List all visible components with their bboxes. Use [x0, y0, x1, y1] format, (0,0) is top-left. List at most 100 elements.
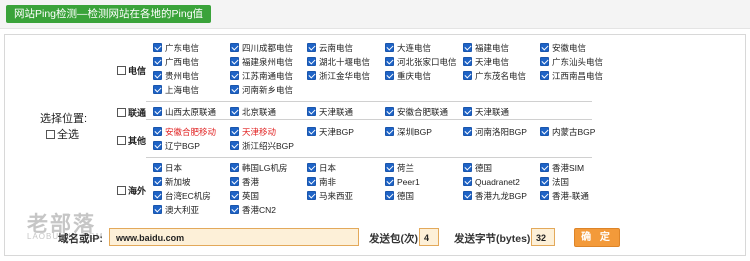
location-checkbox[interactable]: 大连电信 — [385, 42, 431, 53]
checkbox-icon[interactable] — [117, 108, 126, 117]
group-overseas[interactable]: 海外 — [117, 184, 146, 197]
checked-icon[interactable] — [540, 177, 549, 186]
location-checkbox[interactable]: 香港CN2 — [230, 204, 276, 215]
location-checkbox[interactable]: 上海电信 — [153, 84, 199, 95]
checked-icon[interactable] — [230, 107, 239, 116]
location-checkbox[interactable]: 德国 — [385, 190, 414, 201]
checked-icon[interactable] — [153, 57, 162, 66]
checked-icon[interactable] — [230, 71, 239, 80]
select-all-checkbox[interactable]: 全选 — [46, 126, 79, 142]
location-checkbox[interactable]: 日本 — [307, 162, 336, 173]
checked-icon[interactable] — [153, 163, 162, 172]
location-checkbox[interactable]: 荷兰 — [385, 162, 414, 173]
checked-icon[interactable] — [463, 177, 472, 186]
checked-icon[interactable] — [153, 141, 162, 150]
checked-icon[interactable] — [307, 43, 316, 52]
location-checkbox[interactable]: 云南电信 — [307, 42, 353, 53]
location-checkbox[interactable]: 天津联通 — [307, 106, 353, 117]
location-checkbox[interactable]: 广西电信 — [153, 56, 199, 67]
checked-icon[interactable] — [153, 205, 162, 214]
location-checkbox[interactable]: 重庆电信 — [385, 70, 431, 81]
checked-icon[interactable] — [230, 57, 239, 66]
checked-icon[interactable] — [307, 107, 316, 116]
checked-icon[interactable] — [153, 71, 162, 80]
checked-icon[interactable] — [230, 127, 239, 136]
checked-icon[interactable] — [463, 57, 472, 66]
checked-icon[interactable] — [385, 71, 394, 80]
location-checkbox[interactable]: 安徽电信 — [540, 42, 586, 53]
location-checkbox[interactable]: 北京联通 — [230, 106, 276, 117]
checked-icon[interactable] — [463, 107, 472, 116]
checked-icon[interactable] — [385, 191, 394, 200]
checked-icon[interactable] — [540, 71, 549, 80]
location-checkbox[interactable]: 江苏南通电信 — [230, 70, 293, 81]
location-checkbox[interactable]: 河南洛阳BGP — [463, 126, 527, 137]
location-checkbox[interactable]: 河南新乡电信 — [230, 84, 293, 95]
checked-icon[interactable] — [153, 43, 162, 52]
checked-icon[interactable] — [153, 177, 162, 186]
location-checkbox[interactable]: 法国 — [540, 176, 569, 187]
group-unicom[interactable]: 联通 — [117, 106, 146, 119]
location-checkbox[interactable]: 深圳BGP — [385, 126, 432, 137]
location-checkbox[interactable]: 福建电信 — [463, 42, 509, 53]
location-checkbox[interactable]: 安徽合肥移动 — [153, 126, 216, 137]
group-telecom[interactable]: 电信 — [117, 64, 146, 77]
location-checkbox[interactable]: 德国 — [463, 162, 492, 173]
checked-icon[interactable] — [540, 57, 549, 66]
checked-icon[interactable] — [463, 43, 472, 52]
location-checkbox[interactable]: 福建泉州电信 — [230, 56, 293, 67]
checked-icon[interactable] — [540, 191, 549, 200]
checked-icon[interactable] — [463, 163, 472, 172]
checkbox-icon[interactable] — [117, 66, 126, 75]
checkbox-icon[interactable] — [117, 136, 126, 145]
checked-icon[interactable] — [230, 191, 239, 200]
checked-icon[interactable] — [463, 127, 472, 136]
checked-icon[interactable] — [153, 107, 162, 116]
checked-icon[interactable] — [307, 57, 316, 66]
checked-icon[interactable] — [540, 43, 549, 52]
location-checkbox[interactable]: 马来西亚 — [307, 190, 353, 201]
checked-icon[interactable] — [153, 191, 162, 200]
location-checkbox[interactable]: 香港-联通 — [540, 190, 589, 201]
location-checkbox[interactable]: 贵州电信 — [153, 70, 199, 81]
packets-input[interactable]: 4 — [419, 228, 439, 246]
location-checkbox[interactable]: 天津BGP — [307, 126, 354, 137]
checked-icon[interactable] — [230, 43, 239, 52]
checked-icon[interactable] — [307, 127, 316, 136]
location-checkbox[interactable]: 香港SIM — [540, 162, 584, 173]
location-checkbox[interactable]: Peer1 — [385, 176, 420, 187]
location-checkbox[interactable]: 浙江金华电信 — [307, 70, 370, 81]
location-checkbox[interactable]: 天津移动 — [230, 126, 276, 137]
checked-icon[interactable] — [307, 191, 316, 200]
checked-icon[interactable] — [385, 177, 394, 186]
checked-icon[interactable] — [540, 127, 549, 136]
checked-icon[interactable] — [230, 85, 239, 94]
location-checkbox[interactable]: 山西太原联通 — [153, 106, 216, 117]
location-checkbox[interactable]: 河北张家口电信 — [385, 56, 457, 67]
checked-icon[interactable] — [153, 127, 162, 136]
checked-icon[interactable] — [463, 191, 472, 200]
location-checkbox[interactable]: 韩国LG机房 — [230, 162, 287, 173]
location-checkbox[interactable]: 广东茂名电信 — [463, 70, 526, 81]
location-checkbox[interactable]: 浙江绍兴BGP — [230, 140, 294, 151]
checked-icon[interactable] — [463, 71, 472, 80]
location-checkbox[interactable]: 台湾EC机房 — [153, 190, 211, 201]
checked-icon[interactable] — [540, 163, 549, 172]
checkbox-icon[interactable] — [117, 186, 126, 195]
location-checkbox[interactable]: 安徽合肥联通 — [385, 106, 448, 117]
location-checkbox[interactable]: 辽宁BGP — [153, 140, 200, 151]
location-checkbox[interactable]: 英国 — [230, 190, 259, 201]
domain-input[interactable]: www.baidu.com — [109, 228, 359, 246]
location-checkbox[interactable]: 江西南昌电信 — [540, 70, 603, 81]
location-checkbox[interactable]: 香港九龙BGP — [463, 190, 527, 201]
location-checkbox[interactable]: 天津电信 — [463, 56, 509, 67]
location-checkbox[interactable]: 内蒙古BGP — [540, 126, 595, 137]
checked-icon[interactable] — [307, 71, 316, 80]
location-checkbox[interactable]: 日本 — [153, 162, 182, 173]
checked-icon[interactable] — [230, 163, 239, 172]
checked-icon[interactable] — [153, 85, 162, 94]
location-checkbox[interactable]: 新加坡 — [153, 176, 191, 187]
checked-icon[interactable] — [230, 177, 239, 186]
location-checkbox[interactable]: Quadranet2 — [463, 176, 520, 187]
checked-icon[interactable] — [385, 127, 394, 136]
